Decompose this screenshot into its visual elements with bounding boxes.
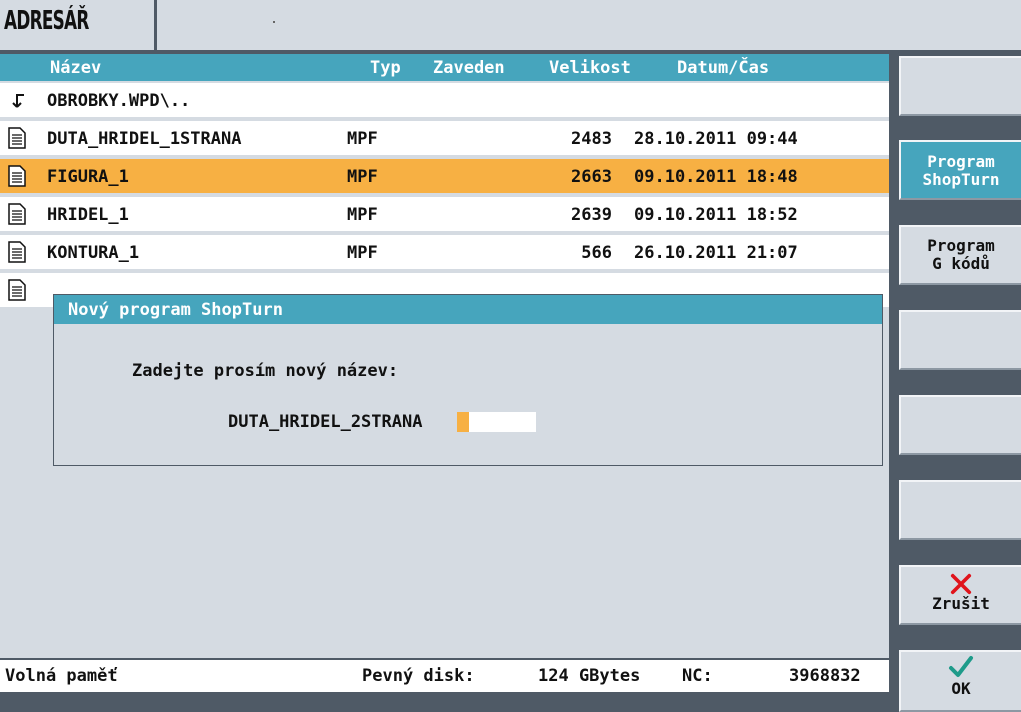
input-field-blank[interactable] bbox=[469, 412, 536, 432]
dialog-title: Nový program ShopTurn bbox=[68, 300, 283, 320]
program-g-code-button[interactable]: Program G kódů bbox=[899, 225, 1021, 285]
file-date: 09.10.2011 18:48 bbox=[634, 167, 798, 187]
document-icon bbox=[8, 203, 26, 225]
file-name: HRIDEL_1 bbox=[47, 205, 129, 225]
ok-label: OK bbox=[951, 679, 971, 698]
document-icon bbox=[8, 279, 26, 301]
file-row-parent[interactable]: OBROBKY.WPD\.. bbox=[0, 83, 889, 117]
program-g-code-label: Program G kódů bbox=[927, 236, 995, 273]
file-name: DUTA_HRIDEL_1STRANA bbox=[47, 129, 242, 149]
file-date: 28.10.2011 09:44 bbox=[634, 129, 798, 149]
column-name[interactable]: Název bbox=[50, 58, 101, 78]
nc-label: NC: bbox=[682, 666, 713, 686]
file-size: 566 bbox=[581, 243, 612, 263]
folder-up-icon bbox=[8, 93, 24, 108]
file-type: MPF bbox=[347, 205, 378, 225]
checkmark-icon bbox=[949, 656, 973, 677]
program-shopturn-button[interactable]: Program ShopTurn bbox=[899, 140, 1021, 200]
status-bar: Volná paměť Pevný disk: 124 GBytes NC: 3… bbox=[0, 658, 889, 692]
file-row[interactable]: HRIDEL_1 MPF 2639 09.10.2011 18:52 bbox=[0, 197, 889, 231]
file-date: 26.10.2011 21:07 bbox=[634, 243, 798, 263]
hard-disk-value: 124 GBytes bbox=[538, 666, 641, 686]
file-type: MPF bbox=[347, 129, 378, 149]
title-divider bbox=[154, 0, 157, 50]
window-title: ADRESÁŘ bbox=[4, 6, 89, 36]
column-datetime[interactable]: Datum/Čas bbox=[677, 58, 769, 78]
document-icon bbox=[8, 165, 26, 187]
document-icon bbox=[8, 127, 26, 149]
file-size: 2483 bbox=[571, 129, 612, 149]
free-memory-label: Volná paměť bbox=[5, 666, 118, 686]
file-name: OBROBKY.WPD\.. bbox=[47, 91, 191, 111]
file-row[interactable]: KONTURA_1 MPF 566 26.10.2011 21:07 bbox=[0, 235, 889, 269]
file-size: 2639 bbox=[571, 205, 612, 225]
program-shopturn-label: Program ShopTurn bbox=[922, 152, 1000, 189]
softkey-1[interactable] bbox=[899, 56, 1021, 116]
file-type: MPF bbox=[347, 167, 378, 187]
text-cursor bbox=[457, 412, 469, 432]
cancel-button[interactable]: Zrušit bbox=[899, 565, 1021, 625]
softkey-6[interactable] bbox=[899, 480, 1021, 540]
file-row-selected[interactable]: FIGURA_1 MPF 2663 09.10.2011 18:48 bbox=[0, 159, 889, 193]
new-program-dialog: Nový program ShopTurn Zadejte prosím nov… bbox=[53, 294, 883, 466]
hard-disk-label: Pevný disk: bbox=[362, 666, 475, 686]
file-size: 2663 bbox=[571, 167, 612, 187]
program-name-value: DUTA_HRIDEL_2STRANA bbox=[228, 412, 423, 432]
ok-button[interactable]: OK bbox=[899, 650, 1021, 712]
column-loaded[interactable]: Zaveden bbox=[433, 58, 505, 78]
file-name: FIGURA_1 bbox=[47, 167, 129, 187]
title-dot bbox=[273, 21, 275, 23]
dialog-prompt: Zadejte prosím nový název: bbox=[132, 361, 399, 381]
softkey-4[interactable] bbox=[899, 310, 1021, 370]
column-type[interactable]: Typ bbox=[370, 58, 401, 78]
file-name: KONTURA_1 bbox=[47, 243, 140, 263]
document-icon bbox=[8, 241, 26, 263]
column-size[interactable]: Velikost bbox=[549, 58, 631, 78]
softkey-5[interactable] bbox=[899, 395, 1021, 455]
cancel-label: Zrušit bbox=[932, 594, 990, 613]
file-type: MPF bbox=[347, 243, 378, 263]
nc-value: 3968832 bbox=[789, 666, 861, 686]
title-bar: ADRESÁŘ bbox=[0, 0, 1021, 52]
column-header: Název Typ Zaveden Velikost Datum/Čas bbox=[0, 54, 889, 81]
close-icon bbox=[950, 573, 972, 595]
program-name-input[interactable]: DUTA_HRIDEL_2STRANA bbox=[228, 411, 538, 433]
dialog-title-bar: Nový program ShopTurn bbox=[54, 295, 882, 324]
file-date: 09.10.2011 18:52 bbox=[634, 205, 798, 225]
file-row[interactable]: DUTA_HRIDEL_1STRANA MPF 2483 28.10.2011 … bbox=[0, 121, 889, 155]
